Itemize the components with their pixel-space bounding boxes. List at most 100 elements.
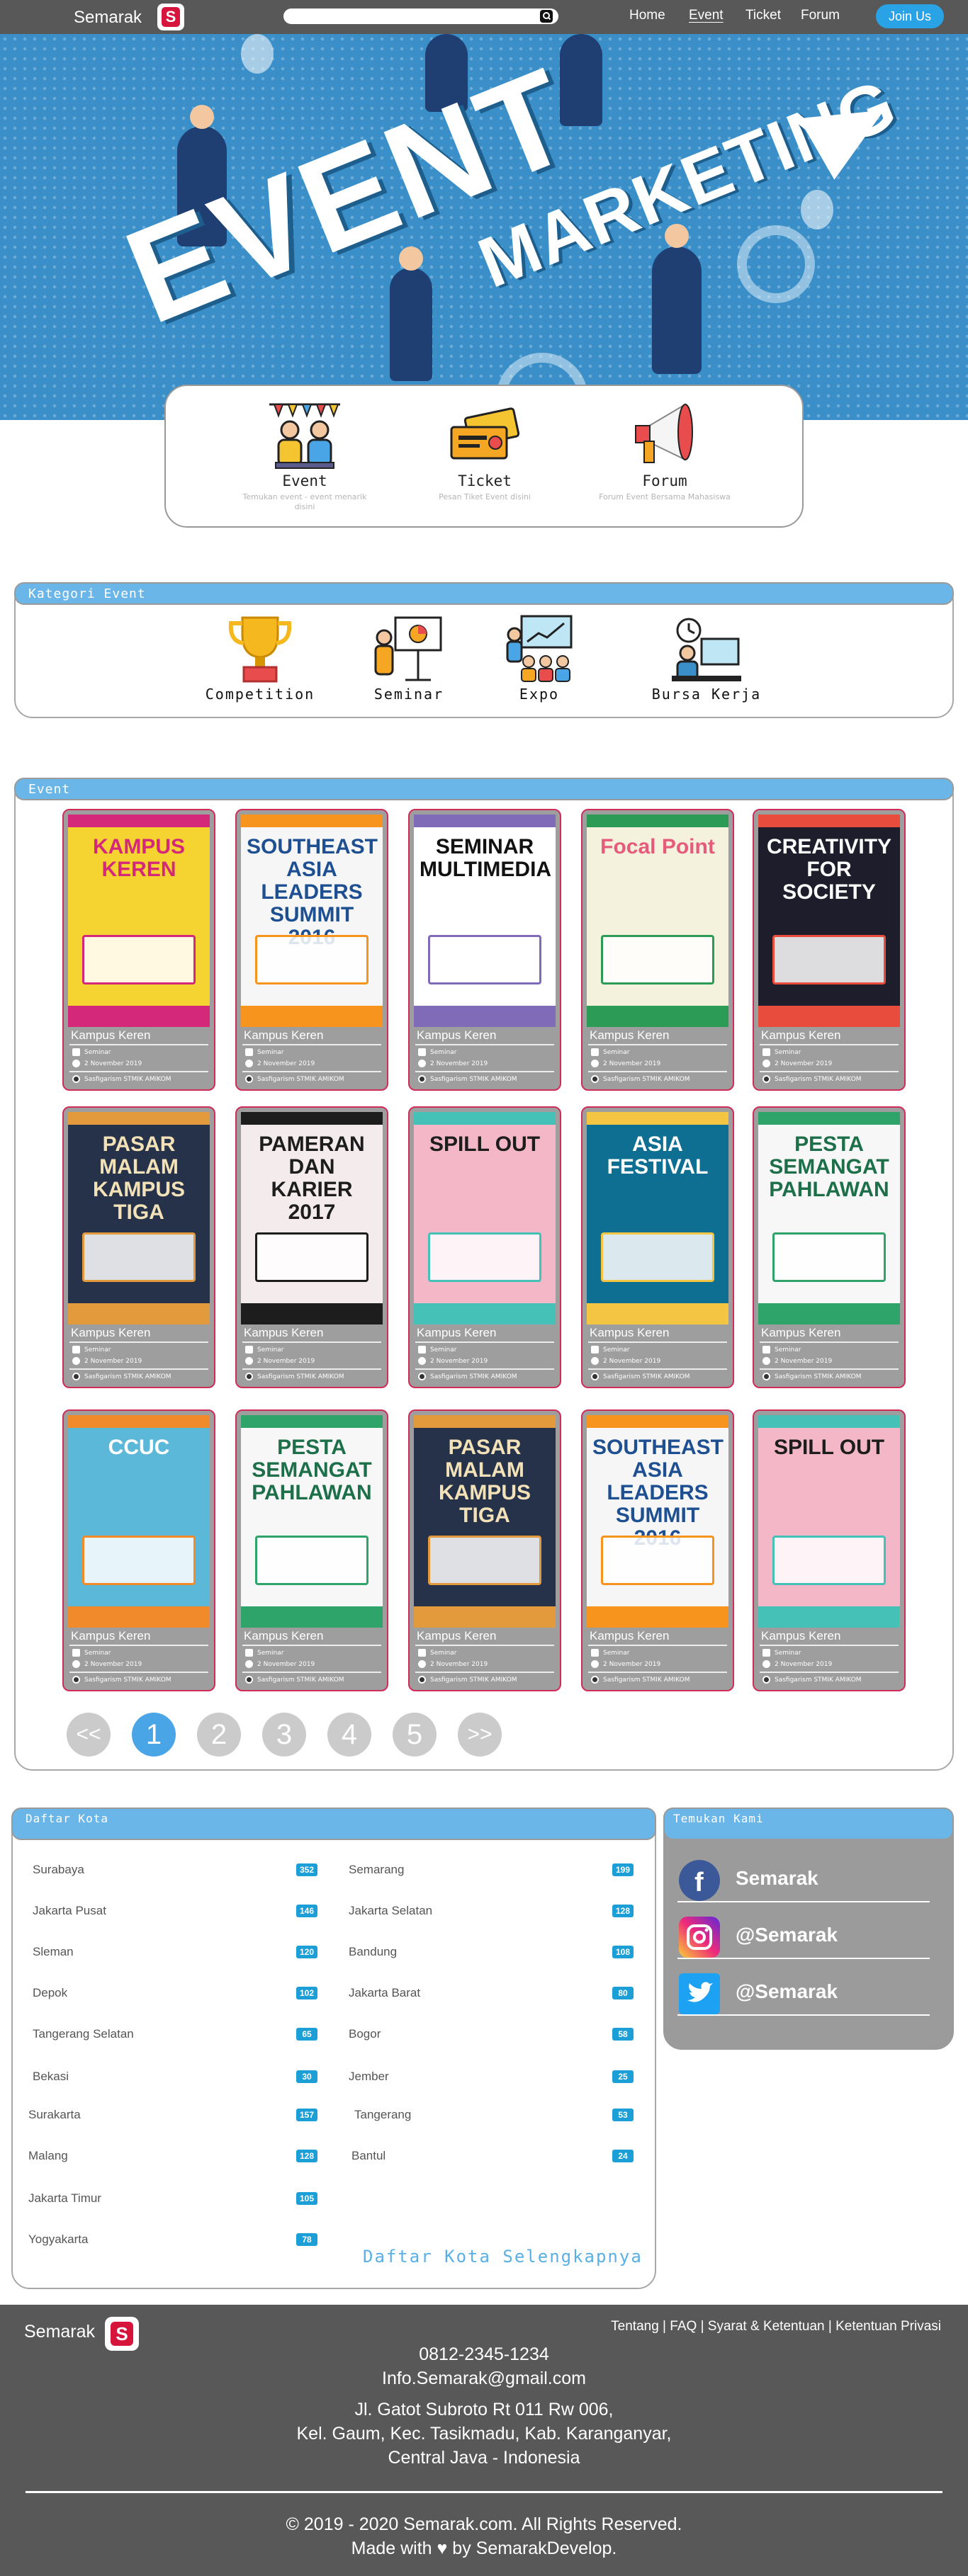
category-bursa-kerja[interactable]: Bursa Kerja bbox=[646, 613, 767, 703]
navbar: Semarak S Home Event Ticket Forum Join U… bbox=[0, 0, 968, 34]
pagination-page-2[interactable]: 2 bbox=[197, 1713, 241, 1757]
event-title[interactable]: Kampus Keren bbox=[244, 1629, 323, 1643]
event-title[interactable]: Kampus Keren bbox=[71, 1326, 150, 1340]
service-event[interactable]: Event Temukan event - event menarik disi… bbox=[234, 399, 376, 512]
footer-made-with: Made with ♥ by SemarakDevelop. bbox=[351, 2538, 617, 2558]
city-name[interactable]: Sleman bbox=[33, 1945, 74, 1959]
poster-band bbox=[587, 815, 728, 827]
city-name[interactable]: Jember bbox=[349, 2070, 389, 2084]
category-expo[interactable]: Expo bbox=[479, 613, 600, 703]
event-card[interactable]: SEMINAR MULTIMEDIA Kampus Keren Seminar 2 N… bbox=[408, 809, 561, 1091]
event-card[interactable]: PAMERAN DAN KARIER 2017 Kampus Keren Semin… bbox=[235, 1106, 388, 1388]
poster-band bbox=[758, 1303, 900, 1324]
pagination-prev[interactable]: << bbox=[67, 1713, 111, 1757]
event-category: Seminar bbox=[245, 1048, 283, 1056]
event-card[interactable]: SOUTHEAST ASIA LEADERS SUMMIT 2016 Kampus… bbox=[235, 809, 388, 1091]
event-title[interactable]: Kampus Keren bbox=[417, 1629, 496, 1643]
category-seminar[interactable]: Seminar bbox=[349, 613, 469, 703]
join-us-button[interactable]: Join Us bbox=[876, 4, 944, 28]
footer-email[interactable]: Info.Semarak@gmail.com bbox=[0, 2368, 968, 2389]
poster-band bbox=[68, 815, 210, 827]
person-figure bbox=[390, 268, 432, 381]
service-forum[interactable]: Forum Forum Event Bersama Mahasiswa bbox=[594, 399, 736, 502]
social-instagram[interactable]: @Semarak bbox=[677, 1910, 930, 1959]
event-card[interactable]: SPILL OUT Kampus Keren Seminar 2 November 2… bbox=[408, 1106, 561, 1388]
city-name[interactable]: Depok bbox=[33, 1986, 67, 2000]
pagination-next[interactable]: >> bbox=[458, 1713, 502, 1757]
event-title[interactable]: Kampus Keren bbox=[761, 1326, 840, 1340]
city-name[interactable]: Bandung bbox=[349, 1945, 397, 1959]
event-title[interactable]: Kampus Keren bbox=[244, 1028, 323, 1043]
city-name[interactable]: Jakarta Timur bbox=[28, 2191, 101, 2206]
footer-link-faq[interactable]: FAQ bbox=[670, 2319, 697, 2334]
city-name[interactable]: Surakarta bbox=[28, 2108, 81, 2122]
poster-detail-box bbox=[428, 935, 541, 985]
city-name[interactable]: Jakarta Barat bbox=[349, 1986, 420, 2000]
event-title[interactable]: Kampus Keren bbox=[417, 1028, 496, 1043]
search-icon[interactable] bbox=[540, 10, 553, 23]
category-competition[interactable]: Competition bbox=[200, 613, 320, 703]
footer-link-syarat[interactable]: Syarat & Ketentuan bbox=[708, 2319, 825, 2334]
event-card[interactable]: PASAR MALAM KAMPUS TIGA Kampus Keren Semin… bbox=[408, 1409, 561, 1691]
event-category-text: Seminar bbox=[430, 1346, 457, 1354]
pagination-page-3[interactable]: 3 bbox=[262, 1713, 306, 1757]
footer-link-privasi[interactable]: Ketentuan Privasi bbox=[835, 2319, 941, 2334]
event-poster-image: SPILL OUT bbox=[414, 1112, 556, 1324]
event-title[interactable]: Kampus Keren bbox=[761, 1629, 840, 1643]
event-card[interactable]: PASAR MALAM KAMPUS TIGA Kampus Keren Semin… bbox=[62, 1106, 215, 1388]
service-ticket[interactable]: Ticket Pesan Tiket Event disini bbox=[414, 399, 556, 502]
search-input[interactable] bbox=[283, 8, 558, 24]
event-card[interactable]: ASIA FESTIVAL Kampus Keren Seminar 2 Novemb… bbox=[581, 1106, 734, 1388]
pagination-page-5[interactable]: 5 bbox=[393, 1713, 437, 1757]
event-title[interactable]: Kampus Keren bbox=[590, 1028, 669, 1043]
event-card[interactable]: CREATIVITY FOR SOCIETY Kampus Keren Semina… bbox=[753, 809, 906, 1091]
person-head bbox=[190, 105, 214, 129]
event-card[interactable]: CCUC Kampus Keren Seminar 2 November 2019 Sa… bbox=[62, 1409, 215, 1691]
event-card[interactable]: PESTA SEMANGAT PAHLAWAN Kampus Keren Semin… bbox=[235, 1409, 388, 1691]
pagination-page-4[interactable]: 4 bbox=[327, 1713, 371, 1757]
city-name[interactable]: Yogyakarta bbox=[28, 2232, 88, 2247]
footer-link-tentang[interactable]: Tentang bbox=[611, 2319, 659, 2334]
event-card[interactable]: Focal Point Kampus Keren Seminar 2 November… bbox=[581, 809, 734, 1091]
nav-home[interactable]: Home bbox=[629, 8, 665, 23]
event-organizer: Sasfigarism STMIK AMIKOM bbox=[245, 1373, 344, 1380]
city-name[interactable]: Bogor bbox=[349, 2027, 381, 2041]
city-name[interactable]: Semarang bbox=[349, 1863, 404, 1877]
pagination-page-1[interactable]: 1 bbox=[132, 1713, 176, 1757]
event-card[interactable]: SPILL OUT Kampus Keren Seminar 2 November 2… bbox=[753, 1409, 906, 1691]
nav-ticket[interactable]: Ticket bbox=[745, 8, 781, 23]
city-name[interactable]: Jakarta Selatan bbox=[349, 1904, 432, 1918]
event-title[interactable]: Kampus Keren bbox=[590, 1326, 669, 1340]
social-twitter[interactable]: @Semarak bbox=[677, 1966, 930, 2016]
trophy-icon bbox=[221, 613, 299, 684]
city-name[interactable]: Tangerang Selatan bbox=[33, 2027, 134, 2041]
footer-brand[interactable]: Semarak bbox=[24, 2322, 95, 2342]
city-name[interactable]: Bantul bbox=[351, 2149, 385, 2163]
event-category-text: Seminar bbox=[84, 1048, 111, 1056]
nav-forum[interactable]: Forum bbox=[801, 8, 840, 23]
nav-event[interactable]: Event bbox=[689, 8, 724, 23]
event-title[interactable]: Kampus Keren bbox=[71, 1028, 150, 1043]
city-name[interactable]: Malang bbox=[28, 2149, 68, 2163]
event-card[interactable]: PESTA SEMANGAT PAHLAWAN Kampus Keren Semin… bbox=[753, 1106, 906, 1388]
city-name[interactable]: Surabaya bbox=[33, 1863, 84, 1877]
category-icon bbox=[591, 1048, 599, 1056]
city-name[interactable]: Bekasi bbox=[33, 2070, 69, 2084]
event-title[interactable]: Kampus Keren bbox=[417, 1326, 496, 1340]
event-card[interactable]: SOUTHEAST ASIA LEADERS SUMMIT 2016 Kampus… bbox=[581, 1409, 734, 1691]
event-divider bbox=[415, 1672, 554, 1673]
brand-name[interactable]: Semarak bbox=[74, 8, 142, 28]
city-name[interactable]: Tangerang bbox=[354, 2108, 411, 2122]
event-title[interactable]: Kampus Keren bbox=[244, 1326, 323, 1340]
twitter-icon bbox=[679, 1973, 720, 2014]
event-date: 2 November 2019 bbox=[418, 1660, 488, 1668]
event-title[interactable]: Kampus Keren bbox=[71, 1629, 150, 1643]
event-title[interactable]: Kampus Keren bbox=[590, 1629, 669, 1643]
brand-logo[interactable]: S bbox=[157, 4, 184, 30]
social-facebook[interactable]: f Semarak bbox=[677, 1853, 930, 1902]
poster-band bbox=[587, 1303, 728, 1324]
city-name[interactable]: Jakarta Pusat bbox=[33, 1904, 106, 1918]
event-title[interactable]: Kampus Keren bbox=[761, 1028, 840, 1043]
event-card[interactable]: KAMPUS KEREN Kampus Keren Seminar 2 Novembe… bbox=[62, 809, 215, 1091]
daftar-kota-more-link[interactable]: Daftar Kota Selengkapnya bbox=[363, 2247, 643, 2266]
